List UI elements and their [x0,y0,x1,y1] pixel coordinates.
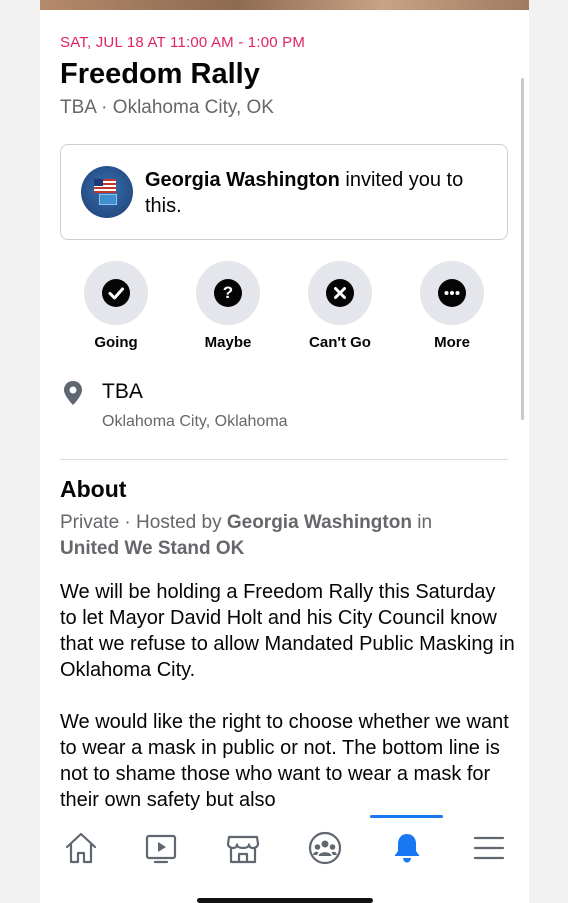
section-divider [60,459,508,460]
description-paragraph-1: We will be holding a Freedom Rally this … [60,581,515,681]
home-icon[interactable] [58,825,104,871]
event-date-time: SAT, JUL 18 AT 11:00 AM - 1:00 PM [60,34,306,51]
invite-message: Georgia Washington invited you to this. [145,167,485,219]
more-button-circle[interactable] [420,261,484,325]
maybe-label: Maybe [204,334,252,351]
maybe-button-circle[interactable]: ? [196,261,260,325]
maybe-button[interactable]: ? Maybe [178,261,278,351]
privacy-label: Private [60,512,120,533]
watch-icon[interactable] [138,825,184,871]
cant-go-button[interactable]: Can't Go [290,261,390,351]
marketplace-icon[interactable] [220,825,266,871]
cant-go-label: Can't Go [309,334,371,351]
oklahoma-flag-icon [99,194,117,205]
event-cover-photo[interactable] [40,0,529,10]
notifications-bell-icon[interactable] [384,825,430,871]
cant-go-button-circle[interactable] [308,261,372,325]
groups-icon[interactable] [302,825,348,871]
going-label: Going [94,334,138,351]
about-heading: About [60,476,127,502]
active-tab-indicator [370,815,443,818]
in-word: in [411,512,433,533]
description-paragraph-2: We would like the right to choose whethe… [60,711,509,811]
inviter-name[interactable]: Georgia Washington [145,169,340,191]
home-indicator[interactable] [197,898,373,903]
group-link[interactable]: United We Stand OK [60,538,244,559]
menu-icon[interactable] [466,825,512,871]
event-location-summary: TBA · Oklahoma City, OK [60,97,274,118]
more-button[interactable]: More [402,261,502,351]
question-icon: ? [214,279,242,307]
location-name[interactable]: TBA [102,380,143,404]
scrollbar[interactable] [521,78,524,420]
hosted-by-prefix: · Hosted by [119,512,227,533]
us-flag-icon [94,179,116,193]
invite-card[interactable]: Georgia Washington invited you to this. [60,144,508,240]
more-label: More [434,334,470,351]
going-button[interactable]: Going [66,261,166,351]
more-icon [438,279,466,307]
check-icon [102,279,130,307]
x-icon [326,279,354,307]
inviter-avatar[interactable] [81,166,133,218]
location-city[interactable]: Oklahoma City, Oklahoma [102,413,288,431]
event-meta: Private · Hosted by Georgia Washington i… [60,510,500,562]
location-pin-icon [62,380,84,411]
going-button-circle[interactable] [84,261,148,325]
event-title: Freedom Rally [60,58,260,90]
host-link[interactable]: Georgia Washington [227,512,412,533]
event-screen: SAT, JUL 18 AT 11:00 AM - 1:00 PM Freedo… [40,0,529,903]
bottom-nav [40,815,529,903]
